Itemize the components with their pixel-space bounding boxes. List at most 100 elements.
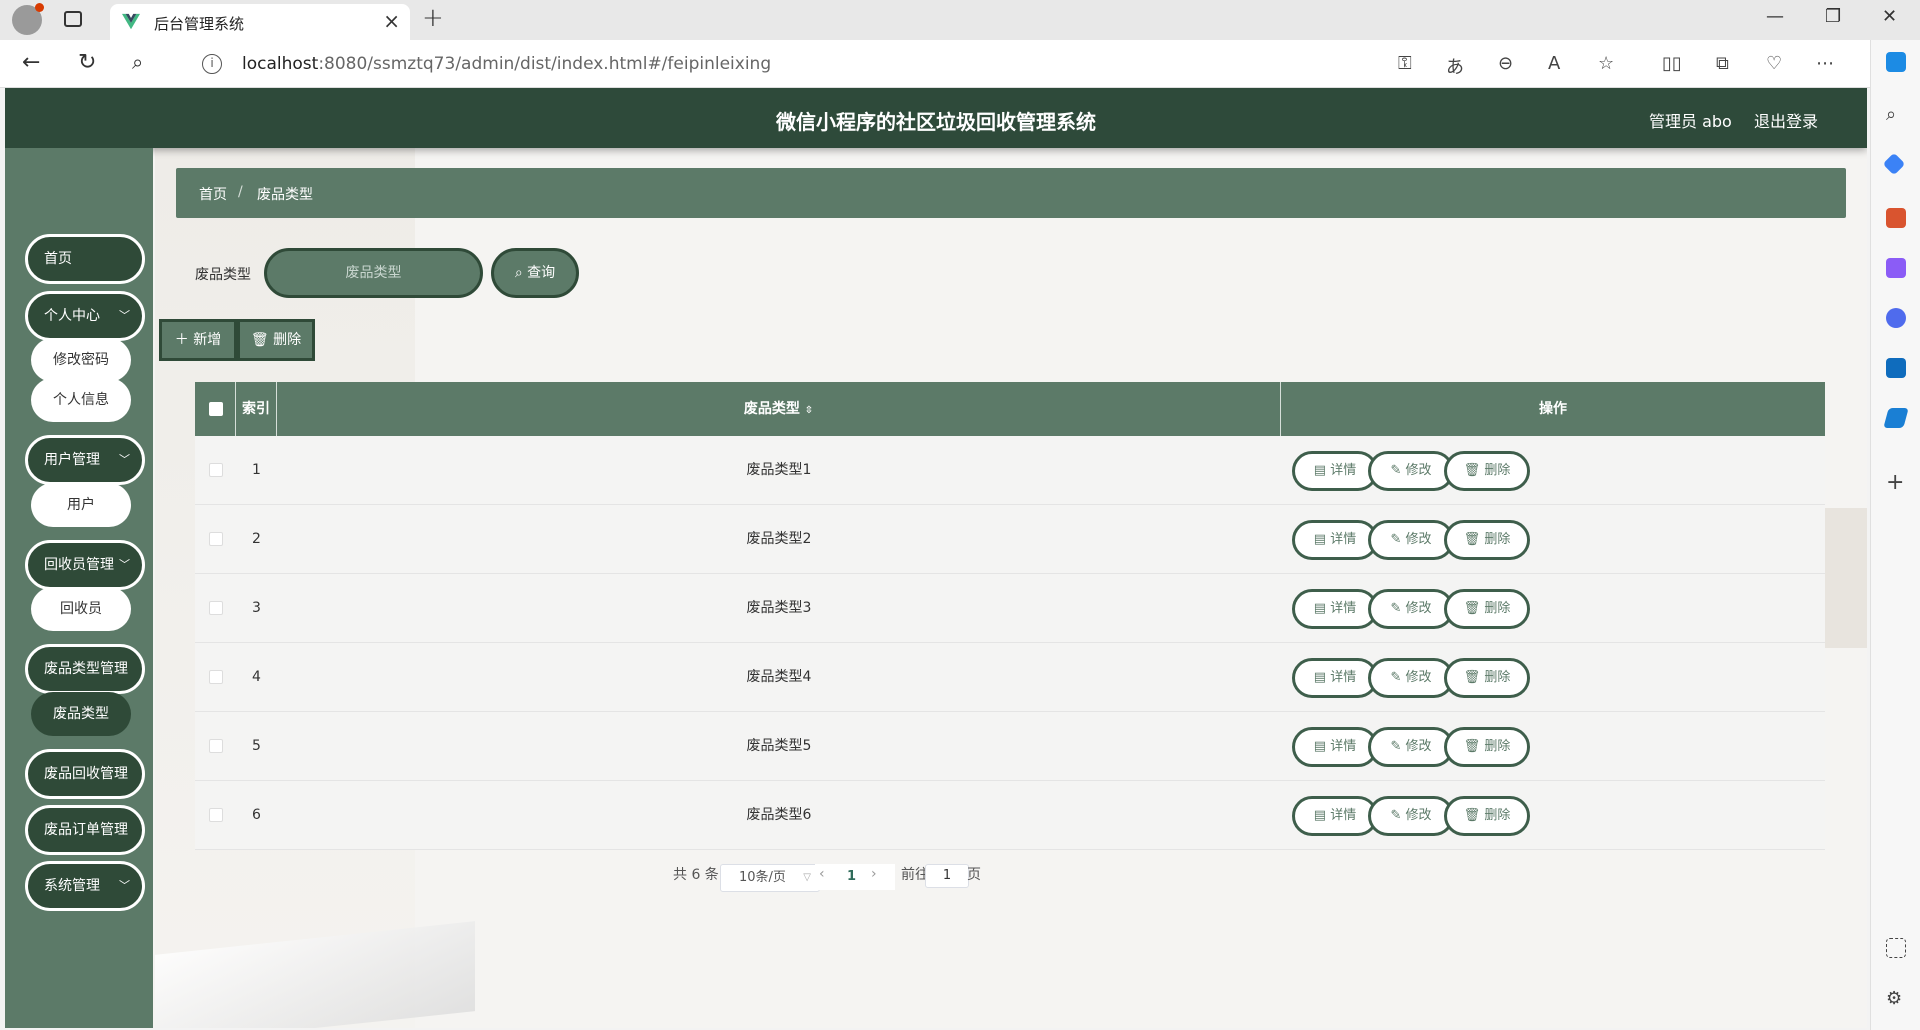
batch-delete-button[interactable]: 🗑 删除 xyxy=(237,319,315,361)
delete-button[interactable]: 🗑 删除 xyxy=(1444,796,1530,836)
next-page-icon[interactable]: › xyxy=(871,866,877,882)
shopping-icon[interactable] xyxy=(1882,152,1906,176)
logout-button[interactable]: 退出登录 xyxy=(1754,108,1818,132)
breadcrumb-current: 废品类型 xyxy=(257,187,313,203)
add-icon[interactable]: + xyxy=(1886,472,1906,494)
row-checkbox[interactable] xyxy=(209,739,223,753)
close-window-icon[interactable]: ✕ xyxy=(1882,6,1897,27)
prev-page-icon[interactable]: ‹ xyxy=(819,866,825,882)
collections-icon[interactable]: ⧉ xyxy=(1716,53,1729,74)
copilot-icon[interactable] xyxy=(1886,52,1906,72)
read-aloud-icon[interactable]: A xyxy=(1548,53,1560,74)
sidebar-item-recycler-management[interactable]: 回收员管理 ﹀ xyxy=(25,540,145,590)
select-all-checkbox[interactable] xyxy=(209,402,223,416)
favorite-icon[interactable]: ☆ xyxy=(1598,53,1614,74)
edit-button[interactable]: ✎ 修改 xyxy=(1368,727,1454,767)
sidebar-item-personal[interactable]: 个人中心 ﹀ xyxy=(25,291,145,341)
settings-icon[interactable]: ⚙ xyxy=(1886,990,1906,1010)
document-icon: ▤ xyxy=(1313,670,1331,685)
edit-button[interactable]: ✎ 修改 xyxy=(1368,520,1454,560)
column-header-waste-type[interactable]: 废品类型 ⇳ xyxy=(277,382,1281,436)
add-button[interactable]: ＋ 新增 xyxy=(159,319,237,361)
trash-icon: 🗑 xyxy=(1463,463,1485,478)
detail-button[interactable]: ▤ 详情 xyxy=(1292,727,1378,767)
tools-icon[interactable] xyxy=(1886,208,1906,228)
detail-button[interactable]: ▤ 详情 xyxy=(1292,658,1378,698)
microsoft365-icon[interactable] xyxy=(1886,308,1906,328)
zoom-out-icon[interactable]: ⊖ xyxy=(1498,53,1513,74)
delete-button[interactable]: 🗑 删除 xyxy=(1444,727,1530,767)
waste-type-search-input[interactable] xyxy=(264,248,483,298)
current-user: 管理员 abo xyxy=(1649,112,1732,131)
sidebar-item-user-management[interactable]: 用户管理 ﹀ xyxy=(25,435,145,485)
row-checkbox[interactable] xyxy=(209,463,223,477)
row-checkbox[interactable] xyxy=(209,601,223,615)
query-button[interactable]: ⌕ 查询 xyxy=(491,248,579,298)
edit-button[interactable]: ✎ 修改 xyxy=(1368,796,1454,836)
delete-button[interactable]: 🗑 删除 xyxy=(1444,658,1530,698)
goto-page-input[interactable]: 1 xyxy=(925,864,969,888)
document-icon: ▤ xyxy=(1313,808,1331,823)
edit-button[interactable]: ✎ 修改 xyxy=(1368,658,1454,698)
row-checkbox[interactable] xyxy=(209,670,223,684)
tab-actions-icon[interactable] xyxy=(64,11,82,27)
vue-logo-icon xyxy=(122,13,140,30)
row-checkbox[interactable] xyxy=(209,808,223,822)
refresh-icon[interactable]: ↻ xyxy=(78,50,96,75)
back-icon[interactable]: ← xyxy=(22,50,40,75)
detail-button[interactable]: ▤ 详情 xyxy=(1292,520,1378,560)
games-icon[interactable] xyxy=(1886,258,1906,278)
restore-icon[interactable]: ❐ xyxy=(1825,6,1841,27)
edit-button[interactable]: ✎ 修改 xyxy=(1368,589,1454,629)
minimize-icon[interactable]: — xyxy=(1766,6,1784,27)
page-size-select[interactable]: 10条/页 ▽ xyxy=(720,864,820,892)
screenshot-icon[interactable] xyxy=(1886,938,1906,958)
browser-tab[interactable]: 后台管理系统 × xyxy=(110,4,410,40)
send-icon[interactable] xyxy=(1883,408,1909,428)
sidebar-item-home[interactable]: 首页 xyxy=(25,234,145,284)
detail-button[interactable]: ▤ 详情 xyxy=(1292,589,1378,629)
translate-icon[interactable]: あ xyxy=(1446,53,1464,79)
detail-label: 详情 xyxy=(1330,601,1357,616)
sidebar-item-label: 个人中心 xyxy=(44,308,100,324)
sidebar-subitem-recycler[interactable]: 回收员 xyxy=(31,587,131,631)
more-icon[interactable]: ⋯ xyxy=(1816,53,1834,74)
sidebar-subitem-personal-info[interactable]: 个人信息 xyxy=(31,378,131,422)
delete-button[interactable]: 🗑 删除 xyxy=(1444,520,1530,560)
trash-icon: 🗑 xyxy=(1463,601,1485,616)
sidebar-subitem-waste-type[interactable]: 废品类型 xyxy=(31,692,131,736)
site-info-icon[interactable]: i xyxy=(202,54,222,74)
outlook-icon[interactable] xyxy=(1886,358,1906,378)
sort-icon[interactable]: ⇳ xyxy=(805,405,813,416)
sidebar-item-label: 用户管理 xyxy=(44,452,100,468)
edit-button[interactable]: ✎ 修改 xyxy=(1368,451,1454,491)
split-screen-icon[interactable]: ▯▯ xyxy=(1662,53,1682,74)
detail-label: 详情 xyxy=(1330,532,1357,547)
new-tab-icon[interactable]: + xyxy=(422,3,444,33)
sidebar-item-waste-type-management[interactable]: 废品类型管理 xyxy=(25,644,145,694)
sidebar-item-system-management[interactable]: 系统管理 ﹀ xyxy=(25,861,145,911)
delete-button[interactable]: 🗑 删除 xyxy=(1444,451,1530,491)
sidebar-item-waste-recycle-management[interactable]: 废品回收管理 xyxy=(25,749,145,799)
profile-icon[interactable] xyxy=(12,3,44,35)
row-index: 3 xyxy=(252,600,261,616)
sidebar-item-waste-order-management[interactable]: 废品订单管理 xyxy=(25,805,145,855)
row-checkbox[interactable] xyxy=(209,532,223,546)
edit-label: 修改 xyxy=(1405,670,1432,685)
app-header: 微信小程序的社区垃圾回收管理系统 管理员 abo 退出登录 xyxy=(5,88,1867,148)
page-number-current[interactable]: 1 xyxy=(847,869,856,884)
detail-button[interactable]: ▤ 详情 xyxy=(1292,451,1378,491)
url-field[interactable]: i localhost:8080/ssmztq73/admin/dist/ind… xyxy=(180,46,1610,82)
browser-essentials-icon[interactable]: ♡ xyxy=(1766,53,1782,74)
breadcrumb-home[interactable]: 首页 xyxy=(199,184,227,204)
close-tab-icon[interactable]: × xyxy=(383,9,400,33)
delete-button[interactable]: 🗑 删除 xyxy=(1444,589,1530,629)
chevron-down-icon: ﹀ xyxy=(119,879,130,892)
sidebar-subitem-change-password[interactable]: 修改密码 xyxy=(31,338,131,382)
search-icon[interactable]: ⌕ xyxy=(132,50,143,74)
key-icon[interactable]: ⚿ xyxy=(1398,53,1412,74)
sidebar-subitem-user[interactable]: 用户 xyxy=(31,483,131,527)
search-icon[interactable]: ⌕ xyxy=(1886,104,1906,125)
address-bar: ← ↻ ⌕ i localhost:8080/ssmztq73/admin/di… xyxy=(0,40,1920,88)
detail-button[interactable]: ▤ 详情 xyxy=(1292,796,1378,836)
